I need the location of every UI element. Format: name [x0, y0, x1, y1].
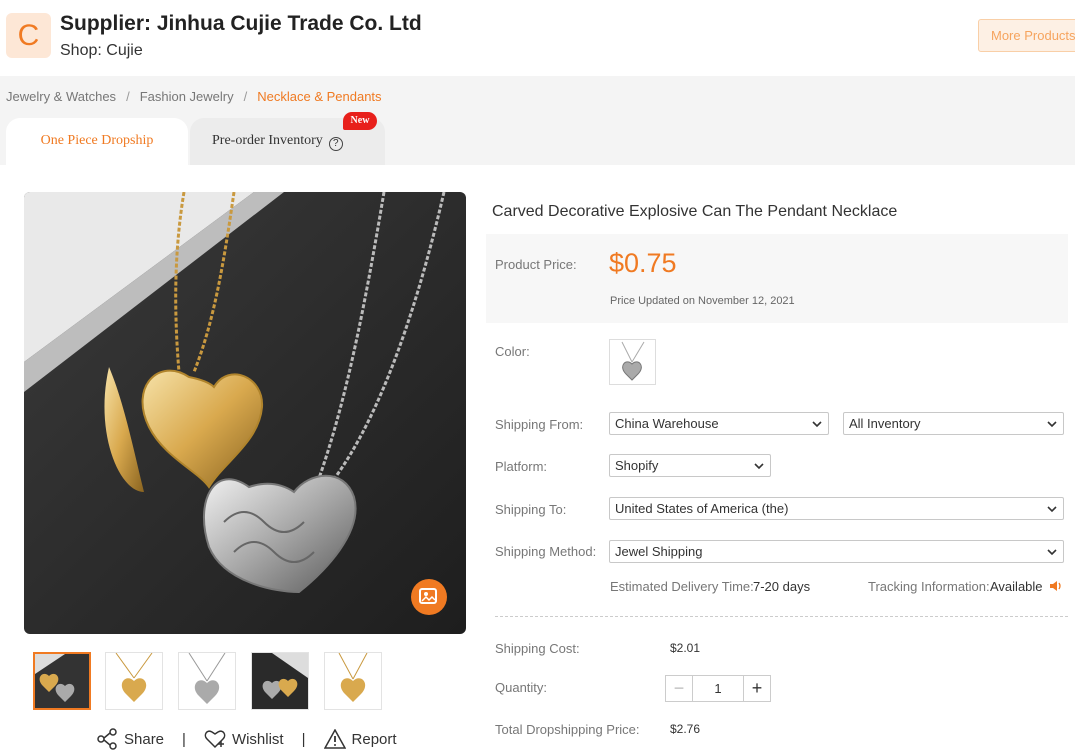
thumbnail-image — [325, 653, 381, 709]
shipping-from-label: Shipping From: — [495, 417, 584, 432]
price-box — [486, 234, 1068, 323]
decrement-button[interactable]: − — [666, 676, 693, 701]
quantity-label: Quantity: — [495, 680, 548, 695]
select-value: All Inventory — [849, 416, 921, 431]
delivery-time-value: 7-20 days — [753, 579, 811, 594]
platform-label: Platform: — [495, 459, 548, 474]
shipping-to-label: Shipping To: — [495, 502, 567, 517]
shipping-method-select[interactable]: Jewel Shipping — [609, 540, 1064, 563]
new-badge: New — [343, 112, 377, 130]
breadcrumb-separator: / — [126, 89, 130, 104]
product-actions: Share | Wishlist | Report — [96, 728, 397, 750]
quantity-stepper: − 1 + — [665, 675, 771, 702]
more-products-button[interactable]: More Products — [978, 19, 1075, 52]
tracking-label: Tracking Information: — [868, 579, 990, 594]
share-label: Share — [124, 730, 165, 748]
platform-select[interactable]: Shopify — [609, 454, 771, 477]
shipping-cost-label: Shipping Cost: — [495, 641, 580, 656]
inventory-select[interactable]: All Inventory — [843, 412, 1064, 435]
thumbnail-4[interactable] — [251, 652, 309, 710]
necklace-photo — [24, 192, 466, 634]
report-button[interactable]: Report — [323, 729, 397, 749]
select-value: United States of America (the) — [615, 501, 789, 516]
tab-label: Pre-order Inventory — [212, 133, 323, 148]
increment-button[interactable]: + — [743, 676, 770, 701]
product-price: $0.75 — [609, 248, 677, 278]
thumbnail-image — [35, 654, 89, 708]
tab-one-piece-dropship[interactable]: One Piece Dropship — [6, 118, 188, 166]
color-label: Color: — [495, 344, 530, 359]
image-search-button[interactable] — [411, 579, 447, 615]
chevron-down-icon — [1047, 506, 1057, 513]
wishlist-button[interactable]: Wishlist — [204, 729, 284, 749]
image-download-icon — [419, 588, 437, 604]
chevron-down-icon — [754, 463, 764, 470]
thumbnail-1[interactable] — [33, 652, 91, 710]
select-value: China Warehouse — [615, 416, 719, 431]
heart-add-icon — [204, 730, 226, 749]
speaker-icon[interactable] — [1049, 580, 1063, 592]
thumbnail-image — [179, 653, 235, 709]
thumbnail-image — [106, 653, 162, 709]
select-value: Shopify — [615, 458, 659, 473]
total-price-label: Total Dropshipping Price: — [495, 722, 640, 737]
swatch-image — [621, 341, 645, 381]
shipping-cost-value: $2.01 — [670, 641, 701, 655]
share-icon — [97, 728, 117, 750]
breadcrumb: Jewelry & Watches / Fashion Jewelry / Neckla… — [6, 89, 382, 104]
share-button[interactable]: Share — [96, 728, 164, 750]
breadcrumb-separator: / — [243, 89, 248, 104]
main-product-image[interactable] — [24, 192, 466, 634]
divider — [495, 616, 1068, 617]
select-value: Jewel Shipping — [615, 544, 703, 559]
warning-icon — [323, 729, 346, 749]
separator: | — [301, 730, 306, 748]
shipping-method-label: Shipping Method: — [495, 544, 597, 559]
chevron-down-icon — [1047, 421, 1057, 428]
supplier-header: C Supplier: Jinhua Cujie Trade Co. Ltd S… — [0, 0, 1075, 76]
total-price-value: $2.76 — [670, 722, 701, 736]
wishlist-label: Wishlist — [231, 730, 284, 748]
report-label: Report — [351, 730, 397, 748]
thumbnail-2[interactable] — [105, 652, 163, 710]
chevron-down-icon — [1047, 549, 1057, 556]
shop-logo: C — [6, 13, 51, 58]
breadcrumb-item[interactable]: Jewelry & Watches — [6, 89, 116, 104]
help-icon[interactable]: ? — [328, 137, 343, 151]
chevron-down-icon — [812, 421, 822, 428]
supplier-name: Supplier: Jinhua Cujie Trade Co. Ltd — [60, 12, 422, 35]
tracking-value: Available — [990, 579, 1043, 594]
breadcrumb-item[interactable]: Fashion Jewelry — [140, 89, 234, 104]
thumbnail-3[interactable] — [178, 652, 236, 710]
shop-name[interactable]: Shop: Cujie — [60, 42, 143, 60]
shipping-from-select[interactable]: China Warehouse — [609, 412, 829, 435]
price-label: Product Price: — [495, 257, 577, 272]
quantity-input[interactable]: 1 — [693, 676, 743, 701]
separator: | — [182, 730, 186, 748]
color-swatch[interactable] — [609, 339, 656, 385]
thumbnail-image — [252, 653, 308, 709]
product-title: Carved Decorative Explosive Can The Pend… — [492, 203, 898, 220]
delivery-time-label: Estimated Delivery Time: — [610, 579, 754, 594]
thumbnail-5[interactable] — [324, 652, 382, 710]
shipping-to-select[interactable]: United States of America (the) — [609, 497, 1064, 520]
price-updated: Price Updated on November 12, 2021 — [610, 295, 795, 307]
breadcrumb-current[interactable]: Necklace & Pendants — [257, 89, 381, 104]
